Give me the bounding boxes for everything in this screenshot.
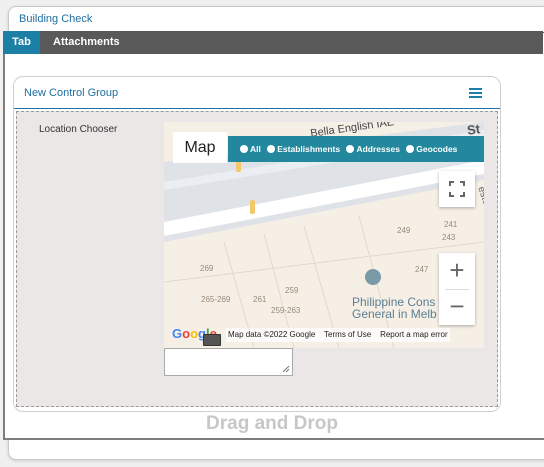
place-label[interactable]: Philippine Cons General in Melb <box>352 296 437 320</box>
radio-icon <box>240 145 248 153</box>
radio-icon <box>267 145 276 153</box>
resize-handle-icon[interactable] <box>282 365 290 373</box>
embassy-pin-icon <box>365 269 381 285</box>
control-group-title: New Control Group <box>24 87 119 99</box>
zoom-out-button[interactable]: − <box>439 289 475 325</box>
tab-bar: Tab Attachments <box>3 31 543 54</box>
address-number: 269 <box>200 264 214 273</box>
filter-option-geocodes[interactable]: Geocodes <box>406 144 457 154</box>
location-textarea[interactable] <box>164 348 293 376</box>
fullscreen-button[interactable] <box>439 171 475 207</box>
address-number: 243 <box>442 233 456 242</box>
map-attribution: Map data ©2022 Google Terms of Use Repor… <box>226 328 450 342</box>
fullscreen-icon <box>449 181 465 197</box>
address-number: 247 <box>415 265 429 274</box>
tab-main[interactable]: Tab <box>3 31 40 54</box>
radio-icon <box>346 145 355 153</box>
filter-option-establishments[interactable]: Establishments <box>267 144 340 154</box>
zoom-control: + − <box>439 253 475 325</box>
address-number: 259-263 <box>271 306 301 315</box>
place-label-line: General in Melb <box>352 307 437 321</box>
hamburger-menu-icon[interactable] <box>469 88 482 99</box>
group-divider <box>14 108 500 109</box>
traffic-light-icon <box>250 200 255 214</box>
address-number: 259 <box>285 286 299 295</box>
address-number: 261 <box>253 295 267 304</box>
map-filter-bar: All Establishments Addresses Geocodes <box>228 136 484 162</box>
window-title: Building Check <box>19 13 93 25</box>
zoom-in-button[interactable]: + <box>439 253 475 289</box>
address-number: 265-269 <box>201 295 231 304</box>
drag-drop-hint: Drag and Drop <box>206 413 338 434</box>
location-chooser-label: Location Chooser <box>39 124 118 135</box>
map-type-button[interactable]: Map <box>173 132 227 163</box>
address-number: 241 <box>444 220 458 229</box>
filter-option-all[interactable]: All <box>240 144 261 154</box>
report-error-link[interactable]: Report a map error <box>380 330 448 339</box>
filter-option-addresses[interactable]: Addresses <box>346 144 400 154</box>
location-map[interactable]: Bella English IAE St ester 249 241 243 2… <box>164 122 484 348</box>
plus-icon: + <box>449 255 465 285</box>
radio-icon <box>406 145 415 153</box>
address-number: 249 <box>397 226 411 235</box>
minus-icon: − <box>449 291 465 321</box>
map-data-text: Map data ©2022 Google <box>228 330 316 339</box>
terms-link[interactable]: Terms of Use <box>324 330 371 339</box>
keyboard-icon[interactable] <box>203 334 221 346</box>
tab-attachments[interactable]: Attachments <box>53 31 120 54</box>
